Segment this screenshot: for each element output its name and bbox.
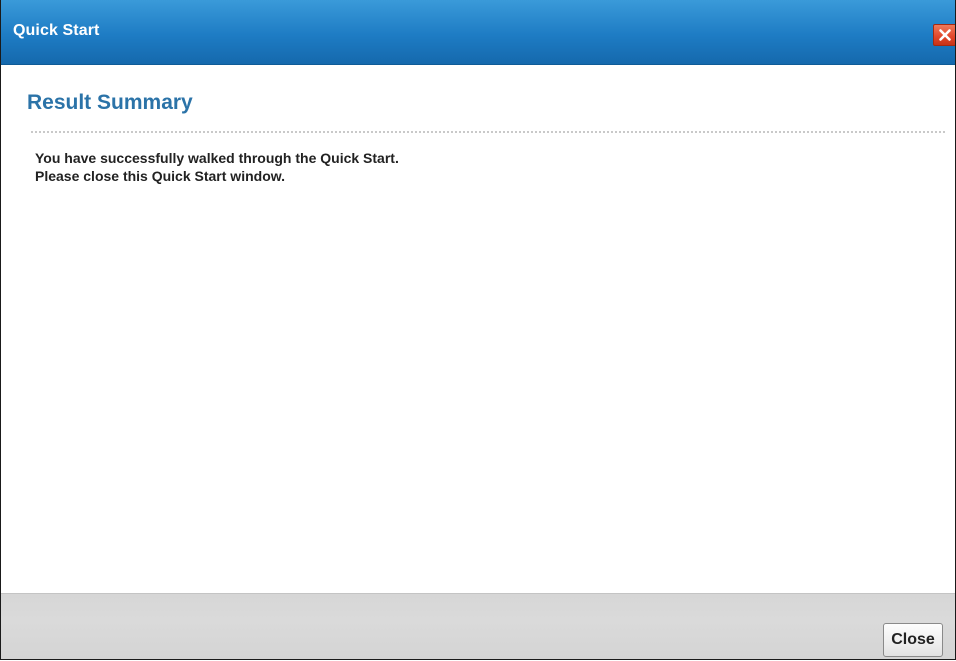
title-bar: Quick Start (1, 0, 955, 65)
message-line-1: You have successfully walked through the… (35, 150, 399, 166)
result-message: You have successfully walked through the… (35, 149, 399, 185)
title-close-button[interactable] (933, 24, 955, 46)
close-icon (939, 29, 951, 41)
message-line-2: Please close this Quick Start window. (35, 168, 286, 184)
close-button[interactable]: Close (883, 623, 943, 657)
window-title: Quick Start (13, 22, 100, 39)
divider (31, 131, 945, 133)
page-title: Result Summary (27, 91, 193, 114)
footer-bar: Close (1, 593, 955, 659)
quick-start-window: Quick Start Result Summary You have succ… (0, 0, 956, 660)
content-area: Result Summary You have successfully wal… (1, 65, 955, 593)
